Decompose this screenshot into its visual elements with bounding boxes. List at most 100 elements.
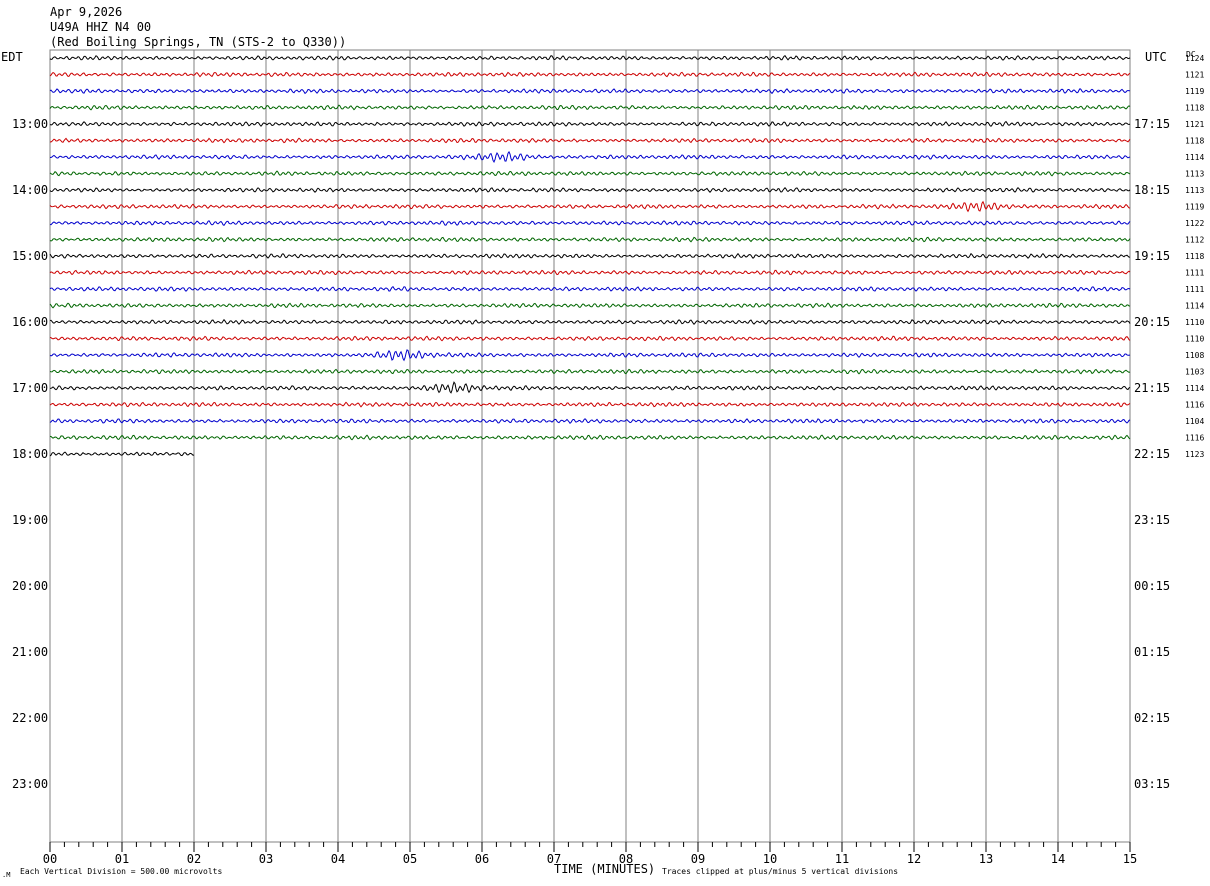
x-tick-label: 09 — [691, 852, 705, 866]
left-hour-label: 18:00 — [12, 447, 48, 461]
small-mark: .M — [2, 871, 10, 879]
plot-frame — [49, 49, 1131, 843]
trace-line — [49, 286, 1131, 292]
x-tick-label: 10 — [763, 852, 777, 866]
dc-offset-labels: 1124 1121 1119 1118 1121 1118 1114 1113 1113 1119… — [1185, 54, 1204, 459]
dc-offset-label: 1114 — [1185, 153, 1204, 162]
trace-line — [49, 368, 1131, 375]
x-tick-label: 05 — [403, 852, 417, 866]
x-tick-label: 11 — [835, 852, 849, 866]
trace-line — [49, 269, 1131, 276]
right-hour-label: 19:15 — [1134, 249, 1170, 263]
trace-line — [49, 236, 1131, 243]
x-tick-label: 06 — [475, 852, 489, 866]
date-label: Apr 9,2026 — [50, 5, 122, 19]
right-hour-label: 20:15 — [1134, 315, 1170, 329]
right-hour-label: 23:15 — [1134, 513, 1170, 527]
left-hour-label: 19:00 — [12, 513, 48, 527]
trace-line — [49, 418, 1131, 425]
right-hour-label: 03:15 — [1134, 777, 1170, 791]
clip-note: Traces clipped at plus/minus 5 vertical … — [662, 867, 898, 876]
trace-line — [49, 252, 1131, 259]
dc-offset-label: 1119 — [1185, 203, 1204, 212]
left-hour-label: 23:00 — [12, 777, 48, 791]
trace-line — [49, 220, 1131, 226]
trace-line — [49, 170, 1131, 177]
dc-offset-label: 1113 — [1185, 186, 1204, 195]
right-hour-label: 22:15 — [1134, 447, 1170, 461]
trace-line — [49, 54, 1131, 61]
dc-offset-label: 1103 — [1185, 368, 1204, 377]
x-tick-label: 15 — [1123, 852, 1137, 866]
right-hour-label: 17:15 — [1134, 117, 1170, 131]
x-tick-label: 02 — [187, 852, 201, 866]
dc-offset-label: 1111 — [1185, 285, 1204, 294]
trace-line — [49, 187, 1131, 193]
trace-line — [49, 434, 1131, 441]
dc-offset-label: 1118 — [1185, 137, 1204, 146]
left-hour-label: 21:00 — [12, 645, 48, 659]
dc-offset-label: 1113 — [1185, 170, 1204, 179]
dc-offset-label: 1122 — [1185, 219, 1204, 228]
dc-offset-label: 1118 — [1185, 252, 1204, 261]
dc-offset-label: 1108 — [1185, 351, 1204, 360]
right-hour-label: 01:15 — [1134, 645, 1170, 659]
trace-line — [49, 87, 1131, 95]
dc-offset-label: 1112 — [1185, 236, 1204, 245]
dc-offset-label: 1116 — [1185, 434, 1204, 443]
trace-line — [49, 335, 1131, 342]
dc-offset-label: 1124 — [1185, 54, 1204, 63]
dc-offset-label: 1118 — [1185, 104, 1204, 113]
x-tick-label: 00 — [43, 852, 57, 866]
dc-offset-label: 1110 — [1185, 335, 1204, 344]
trace-line — [49, 120, 1131, 127]
dc-offset-label: 1123 — [1185, 450, 1204, 459]
right-hour-label: 00:15 — [1134, 579, 1170, 593]
left-hour-labels: 13:00 14:00 15:00 16:00 17:00 18:00 19:00 20:00… — [12, 117, 48, 791]
location-label: (Red Boiling Springs, TN (STS-2 to Q330)… — [50, 35, 346, 49]
x-tick-label: 12 — [907, 852, 921, 866]
x-tick-label: 01 — [115, 852, 129, 866]
left-hour-label: 13:00 — [12, 117, 48, 131]
trace-line — [49, 318, 1131, 326]
left-hour-label: 20:00 — [12, 579, 48, 593]
trace-line — [49, 150, 1131, 163]
trace-line — [49, 381, 1131, 394]
trace-line — [49, 137, 1131, 144]
x-tick-label: 14 — [1051, 852, 1065, 866]
left-hour-label: 22:00 — [12, 711, 48, 725]
dc-offset-label: 1114 — [1185, 302, 1204, 311]
left-hour-label: 14:00 — [12, 183, 48, 197]
trace-line — [49, 401, 1131, 408]
left-hour-label: 16:00 — [12, 315, 48, 329]
x-tick-label: 03 — [259, 852, 273, 866]
station-label: U49A HHZ N4 00 — [50, 20, 151, 34]
traces — [49, 54, 1131, 457]
left-hour-label: 17:00 — [12, 381, 48, 395]
scale-note: Each Vertical Division = 500.00 microvol… — [20, 867, 222, 876]
dc-offset-label: 1104 — [1185, 417, 1204, 426]
right-hour-label: 21:15 — [1134, 381, 1170, 395]
helicorder-plot: Apr 9,2026 U49A HHZ N4 00 (Red Boiling S… — [1, 5, 1204, 879]
left-hour-label: 15:00 — [12, 249, 48, 263]
dc-offset-label: 1119 — [1185, 87, 1204, 96]
dc-offset-label: 1121 — [1185, 71, 1204, 80]
right-hour-label: 02:15 — [1134, 711, 1170, 725]
trace-line — [49, 302, 1131, 309]
trace-line — [49, 200, 1131, 213]
dc-offset-label: 1110 — [1185, 318, 1204, 327]
dc-offset-label: 1121 — [1185, 120, 1204, 129]
trace-line — [49, 71, 1131, 78]
trace-line — [49, 349, 1131, 362]
dc-offset-label: 1114 — [1185, 384, 1204, 393]
right-hour-label: 18:15 — [1134, 183, 1170, 197]
right-hour-labels: 17:15 18:15 19:15 20:15 21:15 22:15 23:15 00:15… — [1134, 117, 1170, 791]
x-tick-label: 04 — [331, 852, 345, 866]
dc-offset-label: 1111 — [1185, 269, 1204, 278]
x-tick-label: 13 — [979, 852, 993, 866]
dc-offset-label: 1116 — [1185, 401, 1204, 410]
left-timezone-label: EDT — [1, 50, 23, 64]
x-axis-title: TIME (MINUTES) — [554, 862, 655, 876]
trace-line — [49, 104, 1131, 111]
grid — [121, 50, 1059, 842]
